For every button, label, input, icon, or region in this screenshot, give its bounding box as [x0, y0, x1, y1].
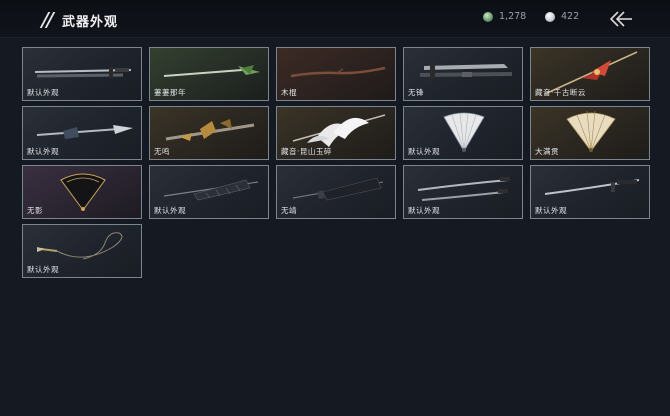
weapon-label: 大满贯	[535, 147, 559, 156]
weapon-card[interactable]: 无鸣	[149, 106, 269, 160]
pearl-currency: 422	[545, 11, 579, 22]
jade-coin-icon	[483, 11, 493, 22]
weapon-card[interactable]: 藏音·昆山玉碎	[276, 106, 396, 160]
back-arrow-icon	[609, 11, 632, 27]
weapon-label: 无影	[27, 206, 43, 215]
title-slash-icon	[39, 11, 56, 29]
weapon-label: 默认外观	[27, 147, 59, 156]
weapon-label: 默认外观	[154, 206, 186, 215]
pearl-amount: 422	[561, 11, 580, 22]
weapon-label: 藏音·千古断云	[535, 88, 586, 97]
weapon-label: 木棍	[281, 88, 297, 97]
weapon-card[interactable]: 无影	[22, 165, 142, 219]
weapon-label: 无鸣	[154, 147, 170, 156]
weapon-card[interactable]: 藏音·千古断云	[530, 47, 650, 101]
weapon-label: 藏音·昆山玉碎	[281, 147, 332, 156]
weapon-card[interactable]: 默认外观	[403, 106, 523, 160]
weapon-card[interactable]: 萋萋那年	[149, 47, 269, 101]
weapon-card[interactable]: 默认外观	[530, 165, 650, 219]
weapon-card[interactable]: 默认外观	[22, 106, 142, 160]
weapon-label: 默认外观	[408, 147, 440, 156]
title-group: 武器外观	[39, 10, 119, 30]
pearl-coin-icon	[545, 11, 555, 22]
weapon-card[interactable]: 默认外观	[403, 165, 523, 219]
weapon-label: 萋萋那年	[154, 88, 186, 97]
weapon-label: 无靖	[281, 206, 297, 215]
weapon-card[interactable]: 默认外观	[149, 165, 269, 219]
weapon-label: 默认外观	[408, 206, 440, 215]
weapon-card[interactable]: 无靖	[276, 165, 396, 219]
weapon-label: 无锋	[408, 88, 424, 97]
jade-currency: 1,278	[483, 11, 526, 22]
weapon-card[interactable]: 默认外观	[22, 47, 142, 101]
weapon-card[interactable]: 无锋	[403, 47, 523, 101]
jade-amount: 1,278	[499, 11, 527, 22]
weapon-card[interactable]: 木棍	[276, 47, 396, 101]
top-bar: 武器外观 1,278 422	[0, 0, 670, 38]
weapon-label: 默认外观	[535, 206, 567, 215]
weapon-card[interactable]: 默认外观	[22, 224, 142, 278]
page-title: 武器外观	[62, 14, 119, 30]
back-button[interactable]	[608, 9, 634, 29]
weapon-label: 默认外观	[27, 88, 59, 97]
weapon-card[interactable]: 大满贯	[530, 106, 650, 160]
weapon-label: 默认外观	[27, 265, 59, 274]
